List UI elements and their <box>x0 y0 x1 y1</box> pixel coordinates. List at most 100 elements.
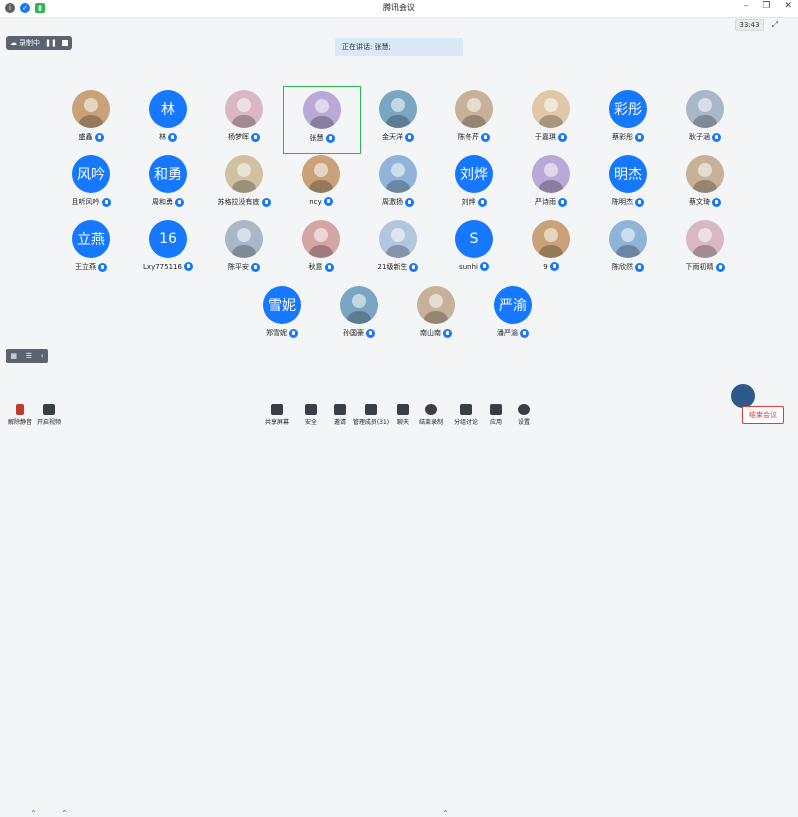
speaking-banner: 正在讲话: 张慧; <box>335 38 463 56</box>
avatar: 雪妮 <box>263 286 301 324</box>
chevron-up-icon[interactable]: ^ <box>443 810 448 817</box>
share-label: 共享屏幕 <box>264 419 289 426</box>
participant-tile[interactable]: 9 <box>513 216 589 282</box>
avatar <box>532 90 570 128</box>
pause-recording-button[interactable]: ❚❚ <box>44 36 58 50</box>
participant-tile[interactable]: 于嘉琪 <box>513 86 589 152</box>
avatar: 16 <box>149 220 187 258</box>
settings-button[interactable]: 设置 <box>504 404 544 426</box>
participant-tile-active-speaker[interactable]: 张慧 <box>283 86 361 154</box>
participant-name: 陈冬芹 <box>458 133 479 141</box>
participant-tile[interactable]: 彩彤 蔡彩彤 <box>590 86 666 152</box>
mic-icon <box>635 132 644 142</box>
mic-icon <box>477 197 487 207</box>
participant-name: 于嘉琪 <box>535 133 556 141</box>
participant-tile[interactable]: 和勇 周和勇 <box>130 151 206 217</box>
participant-tile[interactable]: 杨梦晖 <box>206 86 282 152</box>
participant-tile[interactable]: 秋意 <box>283 216 359 282</box>
participant-name: 秋意 <box>308 263 323 271</box>
participant-name: 下雨初晴 <box>685 263 714 271</box>
avatar <box>379 90 417 128</box>
cloud-icon: ☁ <box>10 39 17 47</box>
minimize-icon[interactable]: – <box>744 1 749 11</box>
participant-name: 郑雪妮 <box>266 329 287 337</box>
participant-tile[interactable]: ncy <box>283 151 359 217</box>
participant-name: 21级新生 <box>377 263 408 271</box>
participant-name: Lxy775116 <box>143 262 182 271</box>
participant-tile[interactable]: 风吟 且听风吟 <box>53 151 129 217</box>
participant-tile[interactable]: 蔡文琦 <box>667 151 743 217</box>
avatar <box>379 220 417 258</box>
avatar <box>303 91 341 129</box>
participant-tile[interactable]: 雪妮 郑雪妮 <box>244 282 320 348</box>
participant-tile[interactable]: 林林 <box>130 86 206 152</box>
breakout-label: 分组讨论 <box>453 419 478 426</box>
mic-icon <box>549 262 559 271</box>
gallery-view-icon[interactable]: ▦ <box>10 352 17 360</box>
participant-name: 耿子涵 <box>689 133 710 141</box>
invite-label: 邀请 <box>333 419 346 426</box>
participant-name-row: sunhi <box>436 262 512 271</box>
view-switcher[interactable]: ▦ ☰ ‹ <box>6 349 48 363</box>
mic-icon <box>325 133 335 143</box>
end-meeting-button[interactable]: 结束会议 <box>742 406 784 424</box>
mic-icon <box>251 132 260 142</box>
mic-icon <box>168 132 177 142</box>
participant-tile[interactable]: Ssunhi <box>436 216 512 282</box>
participant-name: 苏格拉没有底 <box>217 198 260 206</box>
mic-icon <box>481 132 490 142</box>
participant-tile[interactable]: 陈冬芹 <box>436 86 512 152</box>
chevron-up-icon[interactable]: ^ <box>62 810 67 817</box>
participant-tile[interactable]: 陈平安 <box>206 216 282 282</box>
mic-icon <box>405 132 414 142</box>
participant-tile[interactable]: 21级新生 <box>360 216 436 282</box>
list-view-icon[interactable]: ☰ <box>26 352 32 360</box>
mic-icon <box>251 262 260 272</box>
participant-tile[interactable]: 明杰 陈明杰 <box>590 151 666 217</box>
avatar <box>225 220 263 258</box>
title-bar: i ✓ ▮ 腾讯会议 – ❐ ✕ <box>0 0 798 18</box>
participant-tile[interactable]: 苏格拉没有底 <box>206 151 282 217</box>
start-video-button[interactable]: 开启视频 <box>29 404 69 426</box>
mic-icon <box>324 262 334 272</box>
participant-tile[interactable]: 金天洋 <box>360 86 436 152</box>
avatar <box>379 155 417 193</box>
mic-icon <box>101 197 111 207</box>
participant-tile[interactable]: 刘烨 刘烨 <box>436 151 512 217</box>
participant-tile[interactable]: 南山南 <box>398 282 474 348</box>
apps-label: 应用 <box>489 419 502 426</box>
stop-recording-toolbar-button[interactable]: 结束录制 <box>411 404 451 426</box>
participant-tile[interactable]: 孙国豪 <box>321 282 397 348</box>
participant-tile[interactable]: 严渝 潘严渝 <box>475 282 551 348</box>
fullscreen-icon[interactable]: ⤢ <box>772 20 778 30</box>
chat-label: 聊天 <box>396 419 409 426</box>
participant-name: 且听风吟 <box>71 198 100 206</box>
participant-tile[interactable]: 立燕 王立燕 <box>53 216 129 282</box>
participant-name: 盛鑫 <box>78 133 93 141</box>
participant-tile[interactable]: 盛鑫 <box>53 86 129 152</box>
mic-icon <box>323 197 333 206</box>
participant-tile[interactable]: 周激扬 <box>360 151 436 217</box>
participant-name-row: 南山南 <box>398 328 474 338</box>
close-icon[interactable]: ✕ <box>784 1 792 11</box>
participant-tile[interactable]: 16 Lxy775116 <box>130 216 206 282</box>
stop-recording-button[interactable] <box>58 36 72 50</box>
participant-name-row: 蔡彩彤 <box>590 132 666 142</box>
participant-tile[interactable]: 严诗雨 <box>513 151 589 217</box>
mic-icon <box>261 197 271 207</box>
participant-tile[interactable]: 耿子涵 <box>667 86 743 152</box>
participant-tile[interactable]: 下雨初晴 <box>667 216 743 282</box>
chat-icon <box>397 404 409 415</box>
avatar <box>455 90 493 128</box>
chevron-left-icon[interactable]: ‹ <box>41 352 44 360</box>
participant-name: 蔡文琦 <box>689 198 710 206</box>
avatar <box>532 155 570 193</box>
restore-icon[interactable]: ❐ <box>762 1 770 11</box>
avatar <box>225 155 263 193</box>
participant-name-row: 林 <box>130 132 206 142</box>
participant-name-row: 且听风吟 <box>53 197 129 207</box>
chevron-up-icon[interactable]: ^ <box>31 810 36 817</box>
mic-icon <box>366 328 375 338</box>
participant-tile[interactable]: 陈欣然 <box>590 216 666 282</box>
meeting-window: i ✓ ▮ 腾讯会议 – ❐ ✕ 33:43 ⤢ ☁ 录制中 ❚❚ 正在讲话: 张… <box>0 0 798 817</box>
